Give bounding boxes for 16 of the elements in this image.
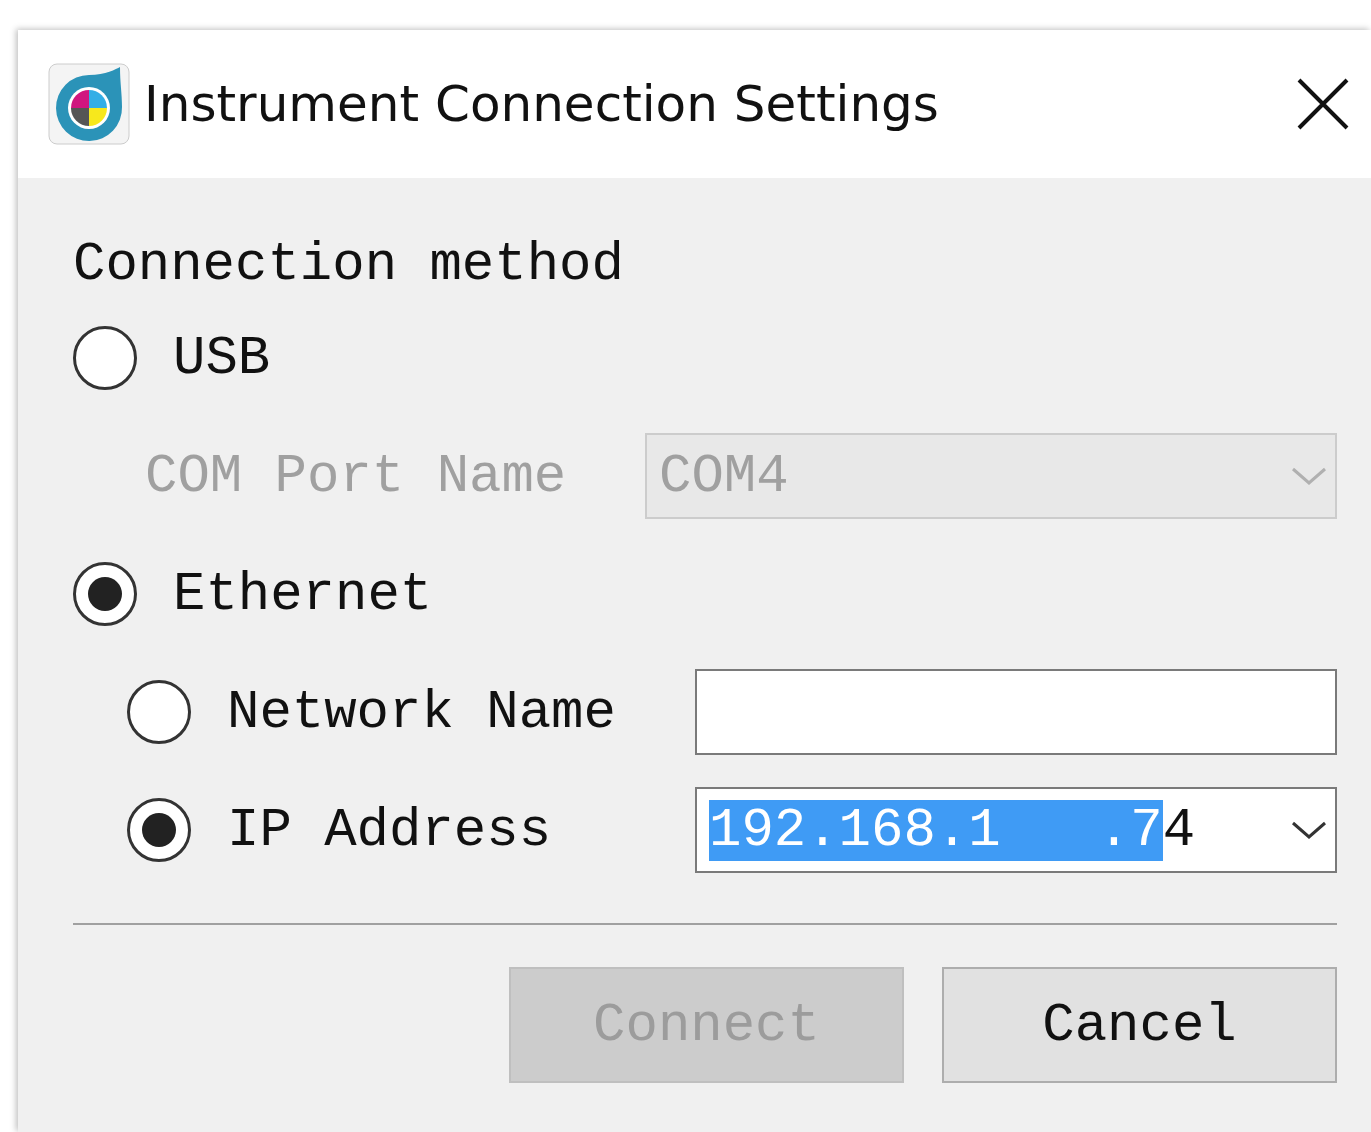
close-icon[interactable] xyxy=(1295,76,1351,132)
radio-label: Ethernet xyxy=(173,563,433,625)
radio-label: Network Name xyxy=(227,681,616,743)
radio-label: IP Address xyxy=(227,799,552,861)
radio-button[interactable] xyxy=(73,326,137,390)
radio-label: USB xyxy=(173,327,271,389)
window-title: Instrument Connection Settings xyxy=(144,75,940,133)
field-label: COM Port Name xyxy=(145,445,567,507)
dialog-button[interactable]: Cancel xyxy=(942,967,1337,1083)
radio-button[interactable] xyxy=(127,798,191,862)
app-logo-icon xyxy=(48,63,130,145)
radio-button[interactable] xyxy=(73,562,137,626)
combo-box[interactable]: 192.168.1 .74 xyxy=(695,787,1337,873)
radio-button[interactable] xyxy=(127,680,191,744)
group-label: Connection method xyxy=(73,234,625,295)
text-field[interactable] xyxy=(695,669,1337,755)
